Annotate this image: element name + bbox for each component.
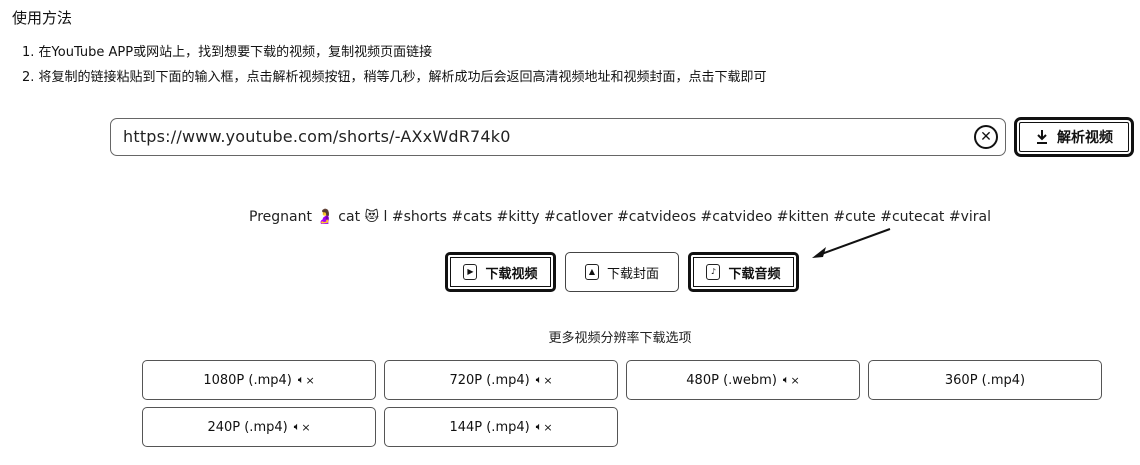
download-audio-button[interactable]: ♪ 下载音频 [688, 252, 799, 292]
download-cover-button[interactable]: ▲ 下载封面 [565, 252, 679, 292]
usage-title: 使用方法 [12, 9, 73, 27]
audio-file-icon: ♪ [706, 264, 721, 280]
parse-video-button[interactable]: 解析视频 [1014, 117, 1134, 157]
close-circle-icon[interactable]: ✕ [974, 125, 998, 149]
download-cover-label: 下载封面 [606, 266, 659, 282]
resolution-label: 360P (.mp4) [944, 372, 1026, 388]
more-options-title: 更多视频分辨率下载选项 [548, 331, 692, 346]
resolution-720p-button[interactable]: 720P (.mp4) 🔈︎ × [384, 360, 618, 400]
resolution-144p-button[interactable]: 144P (.mp4) 🔈︎ × [384, 407, 618, 447]
resolution-label: 144P (.mp4) [449, 419, 530, 435]
resolution-label: 240P (.mp4) [207, 419, 288, 435]
video-file-icon: ▶ [463, 264, 478, 280]
parse-video-label: 解析视频 [1057, 130, 1113, 146]
muted-speaker-icon: 🔈︎ × [293, 420, 311, 434]
download-video-label: 下载视频 [485, 266, 538, 282]
download-icon [1037, 130, 1047, 144]
url-input-value[interactable]: https://www.youtube.com/shorts/-AXxWdR74… [123, 127, 511, 146]
muted-speaker-icon: 🔈︎ × [297, 373, 315, 387]
video-title: Pregnant 🤰 cat 😻 l #shorts #cats #kitty … [249, 209, 991, 225]
resolution-480p-button[interactable]: 480P (.webm) 🔈︎ × [626, 360, 860, 400]
muted-speaker-icon: 🔈︎ × [535, 420, 553, 434]
usage-step-1: 1. 在YouTube APP或网站上，找到想要下载的视频，复制视频页面链接 [22, 45, 433, 60]
resolution-240p-button[interactable]: 240P (.mp4) 🔈︎ × [142, 407, 376, 447]
url-input[interactable]: https://www.youtube.com/shorts/-AXxWdR74… [110, 118, 1006, 156]
download-audio-label: 下载音频 [728, 266, 781, 282]
resolution-1080p-button[interactable]: 1080P (.mp4) 🔈︎ × [142, 360, 376, 400]
image-file-icon: ▲ [584, 264, 599, 280]
resolution-360p-button[interactable]: 360P (.mp4) [868, 360, 1102, 400]
muted-speaker-icon: 🔈︎ × [535, 373, 553, 387]
resolution-label: 720P (.mp4) [449, 372, 530, 388]
resolution-label: 1080P (.mp4) [203, 372, 292, 388]
resolution-label: 480P (.webm) [686, 372, 777, 388]
annotation-arrow [812, 228, 891, 258]
download-video-button[interactable]: ▶ 下载视频 [445, 252, 556, 292]
usage-step-2: 2. 将复制的链接粘贴到下面的输入框，点击解析视频按钮，稍等几秒，解析成功后会返… [22, 70, 767, 85]
muted-speaker-icon: 🔈︎ × [782, 373, 800, 387]
